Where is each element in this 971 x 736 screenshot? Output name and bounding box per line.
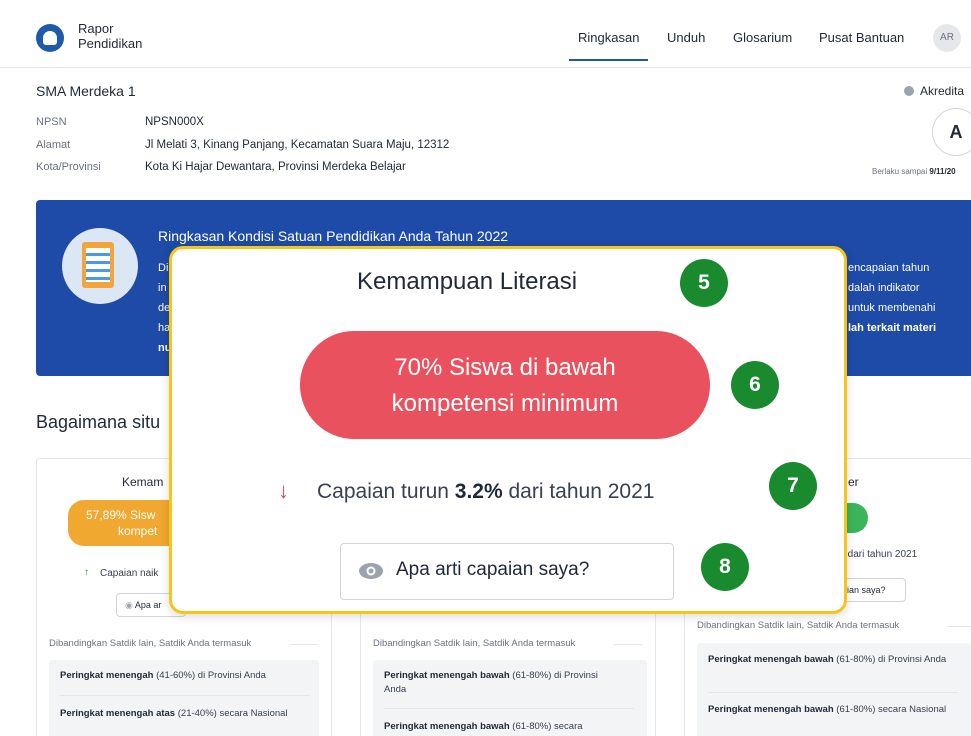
divider (614, 644, 642, 645)
divider (708, 692, 958, 693)
clipboard-illustration-icon (62, 228, 138, 304)
city-label: Kota/Provinsi (36, 161, 101, 173)
divider (290, 644, 318, 645)
top-bar: Rapor Pendidikan Ringkasan Unduh Glosari… (0, 0, 971, 68)
brand-line2: Pendidikan (78, 36, 143, 51)
arrow-up-icon: ↑ (84, 567, 89, 578)
eye-icon (359, 563, 383, 579)
card-title: er (848, 475, 859, 489)
divider (384, 708, 634, 709)
npsn-value: NPSN000X (145, 116, 204, 128)
banner-text-right-2: dalah indikator (848, 282, 920, 294)
school-name: SMA Merdeka 1 (36, 83, 136, 99)
step-badge-5: 5 (680, 259, 728, 307)
trend-prefix: Capaian turun (317, 480, 455, 503)
valid-date: 9/11/20 (929, 167, 956, 176)
compare-text: Dibandingkan Satdik lain, Satdik Anda te… (49, 638, 252, 649)
competency-pill-text: 70% Siswa di bawah kompetensi minimum (300, 350, 710, 422)
accreditation-label: Akredita (904, 84, 964, 98)
banner-text-right-3: untuk membenahi (848, 302, 936, 314)
address-value: Jl Melati 3, Kinang Panjang, Kecamatan S… (145, 139, 450, 151)
competency-pill-line2: kompetensi minimum (391, 390, 619, 417)
popup-title: Kemampuan Literasi (357, 268, 578, 295)
nav-unduh[interactable]: Unduh (667, 30, 705, 45)
valid-until: Berlaku sampai 9/11/20 (872, 167, 956, 176)
rank-province: Peringkat menengah (41-60%) di Provinsi … (60, 670, 266, 681)
divider (948, 626, 971, 627)
rank-province: Peringkat menengah bawah (61-80%) di Pro… (384, 670, 598, 695)
trend-text: Capaian turun 3.2% dari tahun 2021 (317, 480, 654, 504)
compare-text: Dibandingkan Satdik lain, Satdik Anda te… (373, 638, 576, 649)
logo-icon[interactable] (36, 24, 64, 52)
brand-name[interactable]: Rapor Pendidikan (78, 21, 142, 51)
step-badge-6: 6 (731, 361, 779, 409)
trend-text: % dari tahun 2021 (836, 549, 918, 560)
rank-province: Peringkat menengah bawah (61-80%) di Pro… (708, 654, 947, 665)
accreditation-text: Akredita (920, 84, 965, 98)
city-value: Kota Ki Hajar Dewantara, Provinsi Merdek… (145, 161, 406, 173)
rank-national: Peringkat menengah bawah (61-80%) secara (384, 721, 583, 732)
card-title: Kemam (122, 475, 164, 489)
what-means-label: Apa ar (134, 600, 162, 610)
step-badge-7: 7 (769, 462, 817, 510)
accreditation-grade: A (932, 108, 971, 156)
npsn-label: NPSN (36, 116, 67, 128)
what-means-button-label: Apa arti capaian saya? (396, 559, 590, 580)
banner-title: Ringkasan Kondisi Satuan Pendidikan Anda… (158, 228, 509, 244)
banner-text-right-1: encapaian tahun (848, 262, 930, 274)
arrow-down-icon: ↓ (278, 478, 289, 503)
trend-value: 3.2% (454, 480, 503, 503)
avatar[interactable]: AR (933, 24, 961, 52)
banner-text-left-1: Di (158, 262, 169, 274)
rank-national: Peringkat menengah atas (21-40%) secara … (60, 708, 288, 719)
trend-text: Capaian naik (100, 568, 159, 579)
divider (60, 695, 310, 696)
step-badge-8: 8 (701, 543, 749, 591)
banner-text-right-4: lah terkait materi (848, 322, 937, 334)
address-label: Alamat (36, 139, 71, 151)
brand-line1: Rapor (78, 21, 114, 36)
banner-text-left-2: in (158, 282, 167, 294)
section-title: Bagaimana situ (36, 412, 161, 432)
competency-pill-line1: 70% Siswa di bawah (394, 354, 616, 381)
rank-national: Peringkat menengah bawah (61-80%) secara… (708, 704, 947, 715)
valid-prefix: Berlaku sampai (872, 167, 928, 176)
compare-text: Dibandingkan Satdik lain, Satdik Anda te… (697, 620, 900, 631)
trend-suffix: dari tahun 2021 (502, 480, 655, 503)
nav-ringkasan[interactable]: Ringkasan (568, 30, 649, 61)
eye-icon: ◉ (125, 600, 135, 610)
nav-pusat-bantuan[interactable]: Pusat Bantuan (819, 30, 904, 45)
nav-glosarium[interactable]: Glosarium (733, 30, 792, 45)
info-icon (904, 86, 914, 96)
